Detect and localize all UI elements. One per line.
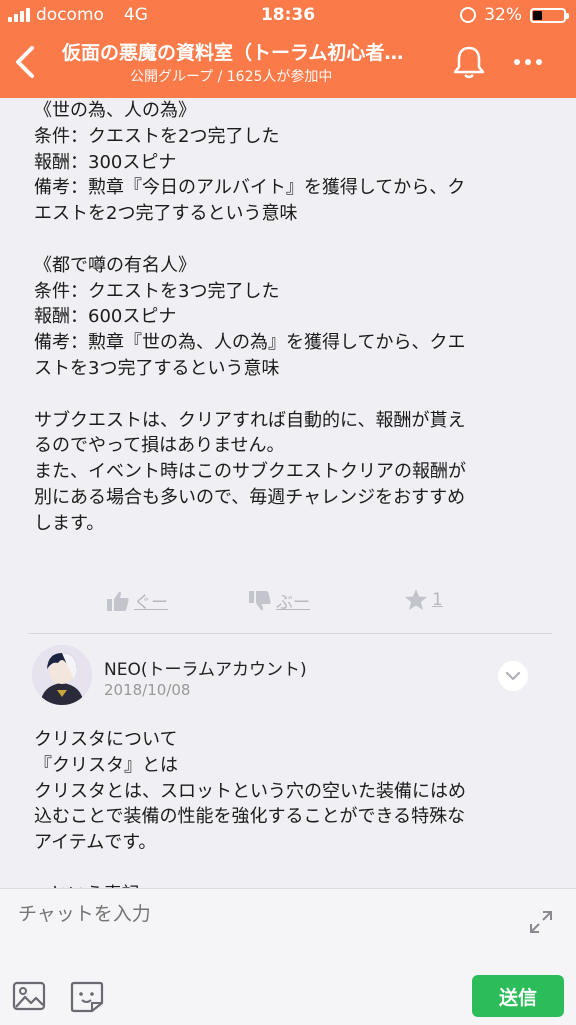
battery-icon (530, 7, 569, 23)
bell-icon[interactable] (452, 44, 486, 80)
reaction-bar: ぐー ぶー 1 (0, 588, 576, 618)
boo-button[interactable]: ぶー (248, 588, 310, 613)
comment-menu-button[interactable] (498, 661, 528, 691)
input-bar: 送信 (0, 888, 576, 1025)
group-title[interactable]: 仮面の悪魔の資料室（トーラム初心者… (62, 38, 442, 65)
rotation-lock-icon (460, 7, 477, 23)
comment-body: クリスタについて 『クリスタ』とは クリスタとは、スロットという穴の空いた装備に… (34, 729, 466, 888)
star-icon (405, 589, 427, 610)
chevron-down-icon (505, 671, 521, 681)
expand-icon[interactable] (528, 909, 554, 935)
post-body: 《世の為、人の為》 条件：クエストを2つ完了した 報酬：300スピナ 備考：勲章… (34, 100, 466, 534)
divider (28, 633, 552, 634)
app-header: docomo 4G 18:36 32% 仮面の悪魔の資料室（トーラム初心者… 公… (0, 0, 576, 98)
comment-author[interactable]: NEO(トーラムアカウント) (104, 655, 307, 680)
battery-percent: 32% (484, 5, 522, 25)
group-subtitle: 公開グループ / 1625人が参加中 (130, 69, 333, 85)
star-button[interactable]: 1 (404, 588, 443, 611)
good-label: ぐー (134, 593, 168, 613)
thumbs-down-icon (249, 590, 271, 610)
avatar[interactable] (32, 645, 92, 705)
chat-content[interactable]: 《世の為、人の為》 条件：クエストを2つ完了した 報酬：300スピナ 備考：勲章… (0, 98, 576, 888)
status-bar: docomo 4G 18:36 32% (0, 0, 576, 30)
send-button[interactable]: 送信 (472, 975, 564, 1017)
chat-input[interactable] (18, 903, 498, 925)
comment-date: 2018/10/08 (104, 681, 191, 699)
sticker-icon[interactable] (70, 981, 104, 1013)
thumbs-up-icon (107, 591, 129, 611)
back-arrow-icon[interactable] (12, 44, 40, 80)
star-count: 1 (432, 589, 443, 610)
status-right: 32% (460, 0, 569, 30)
image-icon[interactable] (12, 981, 46, 1011)
good-button[interactable]: ぐー (106, 588, 168, 613)
boo-label: ぶー (276, 593, 310, 613)
more-options-icon[interactable] (514, 50, 550, 74)
